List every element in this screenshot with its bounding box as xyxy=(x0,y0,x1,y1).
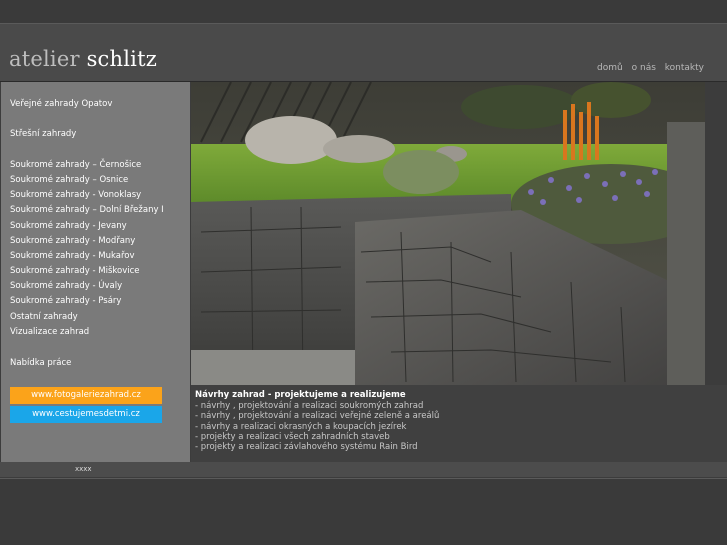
top-navigation: domů o nás kontakty xyxy=(591,63,704,73)
sidebar-item-mukarov[interactable]: Soukromé zahrady - Mukařov xyxy=(10,251,135,261)
sidebar-item-miskovice[interactable]: Soukromé zahrady - Miškovice xyxy=(10,266,140,276)
services-list-item: - projekty a realizaci všech zahradních … xyxy=(195,431,390,442)
sidebar-item-jevany[interactable]: Soukromé zahrady - Jevany xyxy=(10,221,127,231)
logo-bold-text: schlitz xyxy=(86,47,157,71)
logo-light-text: atelier xyxy=(9,47,80,71)
fotogalerie-link-button[interactable]: www.fotogaleriezahrad.cz xyxy=(10,387,162,404)
sidebar-item-dolni-brezany[interactable]: Soukromé zahrady – Dolní Břežany I xyxy=(10,205,164,215)
cestujeme-link-button[interactable]: www.cestujemesdetmi.cz xyxy=(10,406,162,423)
services-list-item: - návrhy , projektování a realizaci veře… xyxy=(195,411,440,422)
sidebar-item-vizualizace[interactable]: Vizualizace zahrad xyxy=(10,327,89,337)
sidebar-item-nabidka-prace[interactable]: Nabídka práce xyxy=(10,358,71,368)
services-list: - návrhy , projektování a realizaci souk… xyxy=(195,401,439,452)
nav-about-link[interactable]: o nás xyxy=(632,63,656,73)
sidebar-item-uvaly[interactable]: Soukromé zahrady - Úvaly xyxy=(10,281,122,291)
garden-hero-photo xyxy=(191,82,705,385)
site-logo[interactable]: atelier schlitz xyxy=(9,47,157,71)
services-list-item: - návrhy a realizaci okrasných a koupací… xyxy=(195,421,407,432)
services-panel: Návrhy zahrad - projektujeme a realizuje… xyxy=(191,385,727,462)
footer-text: xxxx xyxy=(75,465,92,473)
sidebar-item-osnice[interactable]: Soukromé zahrady – Osnice xyxy=(10,175,128,185)
sidebar-item-psary[interactable]: Soukromé zahrady - Psáry xyxy=(10,296,121,306)
nav-contacts-link[interactable]: kontakty xyxy=(665,63,704,73)
services-list-item: - projekty a realizaci závlahového systé… xyxy=(195,442,418,453)
garden-photo-illustration xyxy=(191,82,705,385)
footer-bar xyxy=(0,462,727,477)
sidebar-item-vonoklasy[interactable]: Soukromé zahrady - Vonoklasy xyxy=(10,190,141,200)
sidebar-item-opatov[interactable]: Veřejné zahrady Opatov xyxy=(10,99,112,109)
sidebar-item-modrany[interactable]: Soukromé zahrady - Modřany xyxy=(10,236,135,246)
sidebar-item-stresni[interactable]: Střešní zahrady xyxy=(10,129,76,139)
nav-home-link[interactable]: domů xyxy=(597,63,623,73)
sidebar-item-cernosice[interactable]: Soukromé zahrady – Černošice xyxy=(10,160,141,170)
services-title: Návrhy zahrad - projektujeme a realizuje… xyxy=(195,390,406,400)
sidebar: Veřejné zahrady Opatov Střešní zahrady S… xyxy=(1,82,190,462)
sidebar-item-ostatni[interactable]: Ostatní zahrady xyxy=(10,312,78,322)
services-list-item: - návrhy , projektování a realizaci souk… xyxy=(195,401,424,411)
